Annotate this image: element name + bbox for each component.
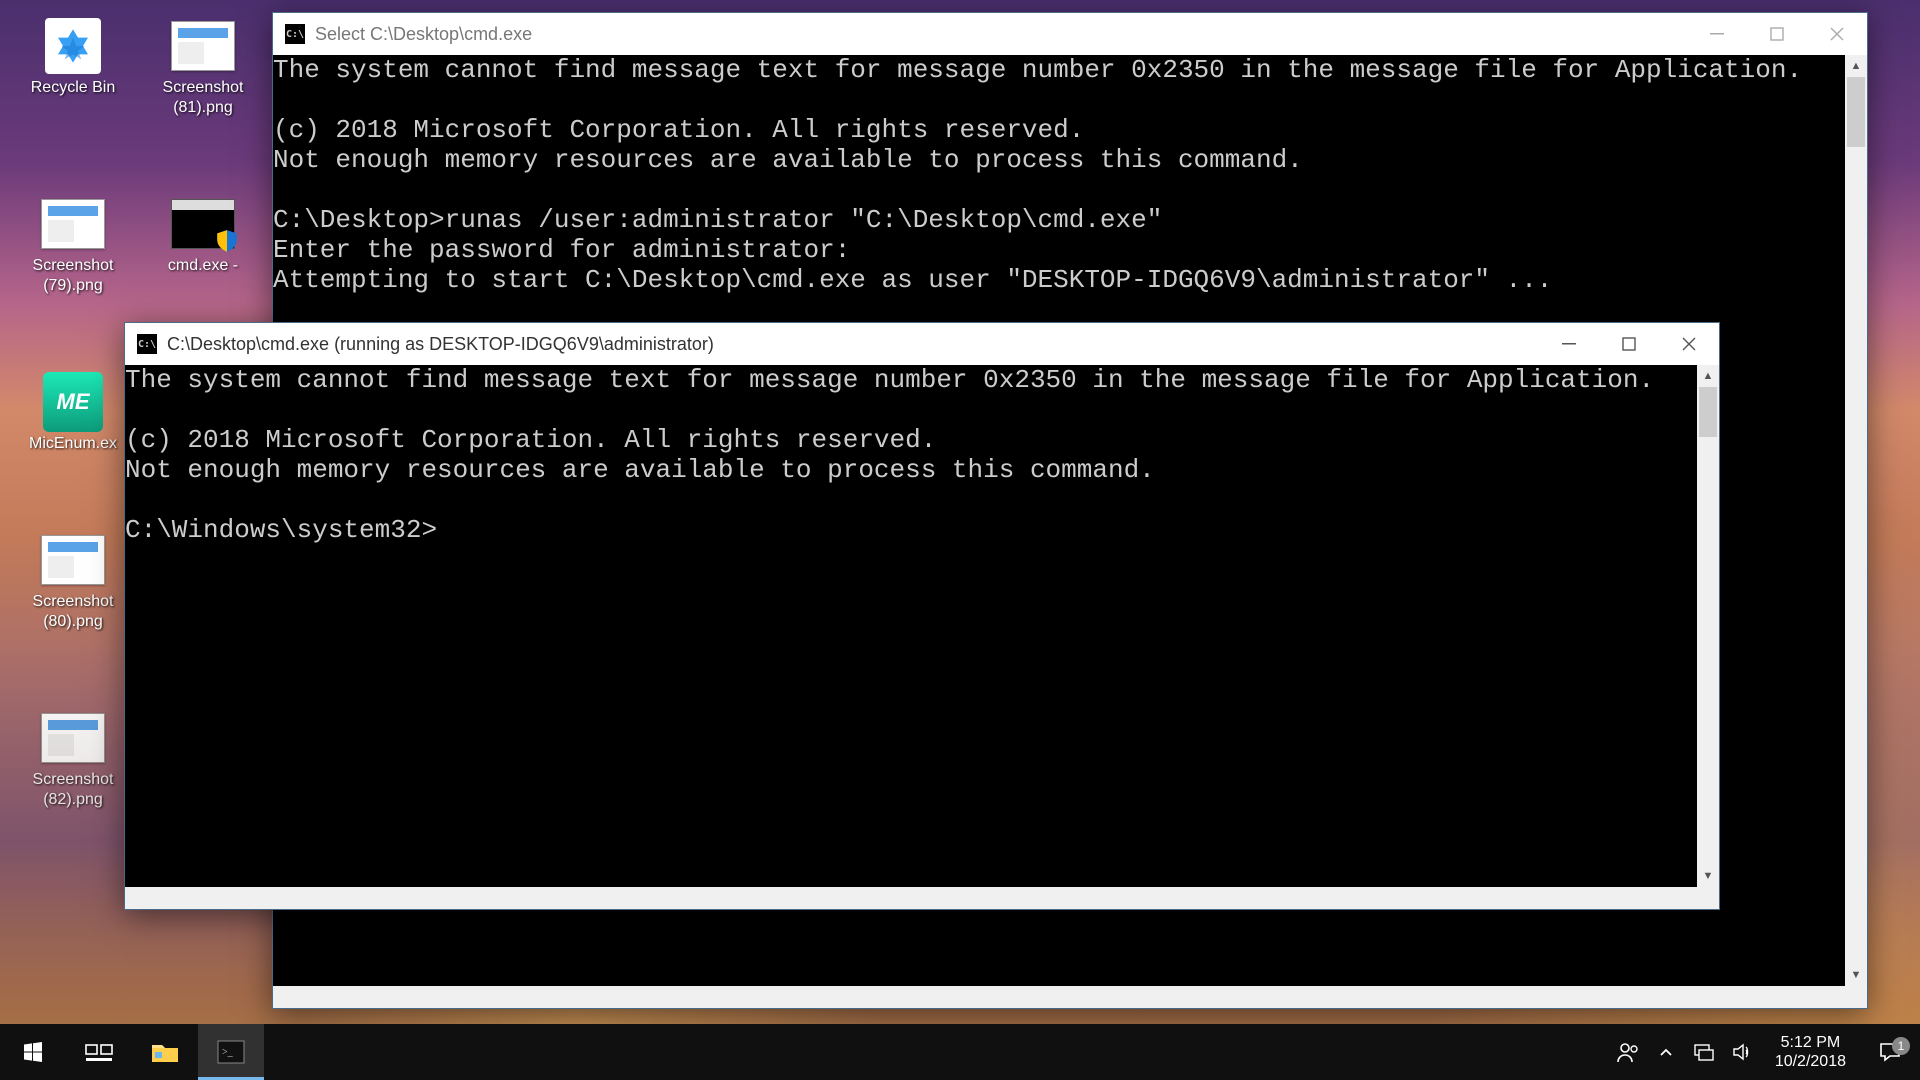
terminal-icon: >_ xyxy=(217,1040,245,1064)
screenshot-81-icon[interactable]: Screenshot (81).png xyxy=(138,18,268,118)
scroll-up-icon[interactable]: ▲ xyxy=(1845,55,1867,77)
titlebar[interactable]: C:\ C:\Desktop\cmd.exe (running as DESKT… xyxy=(125,323,1719,365)
image-file-icon xyxy=(41,713,105,763)
tray-overflow-button[interactable] xyxy=(1647,1024,1685,1080)
titlebar[interactable]: C:\ Select C:\Desktop\cmd.exe xyxy=(273,13,1867,55)
maximize-button[interactable] xyxy=(1747,13,1807,55)
icon-label: Screenshot (82).png xyxy=(13,770,133,810)
cmd-icon: C:\ xyxy=(137,334,157,354)
app-icon: ME xyxy=(43,372,103,432)
window-title: C:\Desktop\cmd.exe (running as DESKTOP-I… xyxy=(167,334,714,355)
taskbar[interactable]: >_ 5:12 PM 10/2/2018 1 xyxy=(0,1024,1920,1080)
svg-text:>_: >_ xyxy=(222,1047,234,1058)
icon-label: MicEnum.ex xyxy=(29,434,117,454)
icon-label: Screenshot (81).png xyxy=(143,78,263,118)
image-file-icon xyxy=(171,21,235,71)
task-view-button[interactable] xyxy=(66,1024,132,1080)
scroll-thumb[interactable] xyxy=(1847,77,1865,147)
screenshot-80-icon[interactable]: Screenshot (80).png xyxy=(8,532,138,632)
scroll-thumb[interactable] xyxy=(1699,387,1717,437)
close-button[interactable] xyxy=(1659,323,1719,365)
scroll-down-icon[interactable]: ▼ xyxy=(1845,964,1867,986)
uac-shield-icon xyxy=(214,228,240,254)
vertical-scrollbar[interactable]: ▲ ▼ xyxy=(1845,55,1867,986)
micenum-icon[interactable]: ME MicEnum.ex xyxy=(8,374,138,454)
desktop-wallpaper[interactable]: Recycle Bin Screenshot (81).png Screensh… xyxy=(0,0,1920,1080)
screenshot-79-icon[interactable]: Screenshot (79).png xyxy=(8,196,138,296)
close-button[interactable] xyxy=(1807,13,1867,55)
icon-label: Screenshot (79).png xyxy=(13,256,133,296)
image-file-icon xyxy=(41,199,105,249)
clock-time: 5:12 PM xyxy=(1781,1033,1841,1052)
trash-icon xyxy=(45,18,101,74)
icon-label: Recycle Bin xyxy=(31,78,115,98)
cmd-icon: C:\ xyxy=(285,24,305,44)
folder-icon xyxy=(150,1039,180,1065)
minimize-button[interactable] xyxy=(1687,13,1747,55)
terminal-output[interactable]: The system cannot find message text for … xyxy=(125,365,1697,909)
task-view-icon xyxy=(85,1040,113,1064)
start-button[interactable] xyxy=(0,1024,66,1080)
minimize-button[interactable] xyxy=(1539,323,1599,365)
cmd-file-icon xyxy=(171,199,235,249)
action-center-button[interactable]: 1 xyxy=(1860,1041,1920,1063)
screenshot-82-icon[interactable]: Screenshot (82).png xyxy=(8,710,138,810)
scroll-down-icon[interactable]: ▼ xyxy=(1697,865,1719,887)
vertical-scrollbar[interactable]: ▲ ▼ xyxy=(1697,365,1719,887)
clock-date: 10/2/2018 xyxy=(1775,1052,1846,1071)
taskbar-clock[interactable]: 5:12 PM 10/2/2018 xyxy=(1761,1033,1860,1071)
windows-icon xyxy=(21,1040,45,1064)
horizontal-scrollbar[interactable] xyxy=(273,986,1867,1008)
icon-label: cmd.exe - xyxy=(168,256,238,276)
image-file-icon xyxy=(41,535,105,585)
file-explorer-taskbar[interactable] xyxy=(132,1024,198,1080)
horizontal-scrollbar[interactable] xyxy=(125,887,1719,909)
volume-icon[interactable] xyxy=(1723,1024,1761,1080)
recycle-bin-icon[interactable]: Recycle Bin xyxy=(8,18,138,118)
cmd-shortcut-icon[interactable]: cmd.exe - xyxy=(138,196,268,296)
maximize-button[interactable] xyxy=(1599,323,1659,365)
chevron-up-icon xyxy=(1659,1045,1673,1059)
network-icon[interactable] xyxy=(1685,1024,1723,1080)
cmd-taskbar[interactable]: >_ xyxy=(198,1024,264,1080)
scroll-up-icon[interactable]: ▲ xyxy=(1697,365,1719,387)
notification-badge: 1 xyxy=(1892,1037,1910,1055)
system-tray: 5:12 PM 10/2/2018 1 xyxy=(1609,1024,1920,1080)
window-title: Select C:\Desktop\cmd.exe xyxy=(315,24,532,45)
people-icon[interactable] xyxy=(1609,1024,1647,1080)
icon-label: Screenshot (80).png xyxy=(13,592,133,632)
cmd-window-front[interactable]: C:\ C:\Desktop\cmd.exe (running as DESKT… xyxy=(124,322,1720,910)
